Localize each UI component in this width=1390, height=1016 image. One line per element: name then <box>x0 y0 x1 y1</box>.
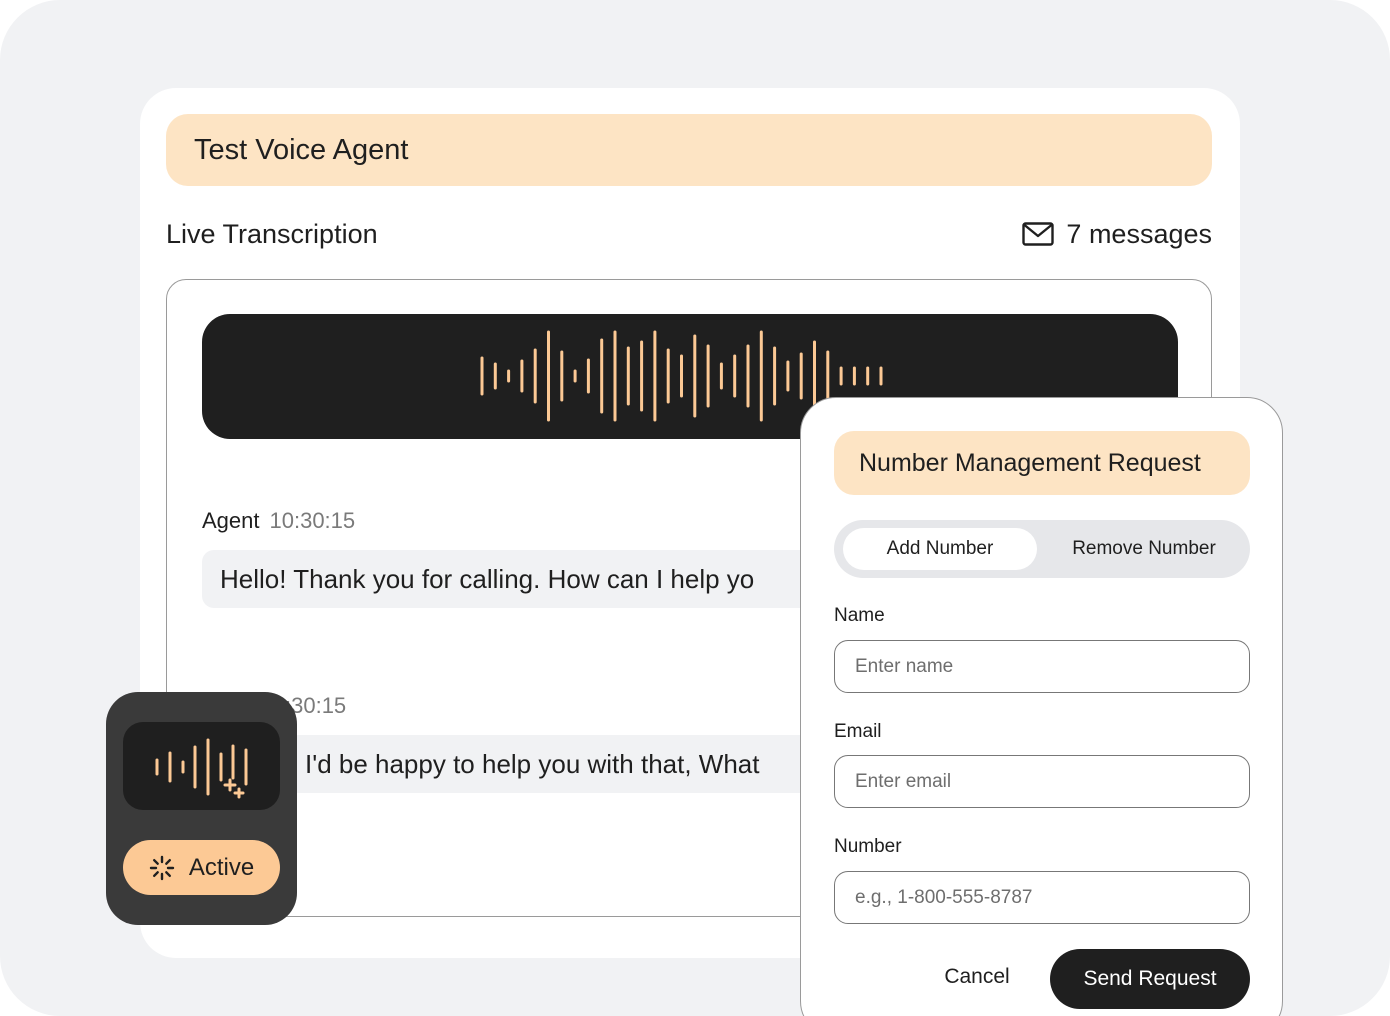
message-time: 10:30:15 <box>269 508 356 533</box>
email-input[interactable] <box>834 755 1250 808</box>
tab-label: Remove Number <box>1072 538 1216 559</box>
tab-add-number[interactable]: Add Number <box>843 528 1037 570</box>
message-meta: Agent 10:30:15 <box>202 508 355 534</box>
number-input[interactable] <box>834 871 1250 924</box>
tab-label: Add Number <box>886 538 994 559</box>
status-badge: Active <box>123 840 280 895</box>
agent-title-banner: Test Voice Agent <box>166 114 1212 186</box>
message-text: Hello! Thank you for calling. How can I … <box>220 563 755 594</box>
mail-icon <box>1022 222 1055 246</box>
background-stage: Test Voice Agent Live Transcription 7 me… <box>0 0 1390 1016</box>
tab-remove-number[interactable]: Remove Number <box>1046 528 1242 570</box>
section-title: Live Transcription <box>166 218 378 249</box>
voice-wave-sparkle-icon <box>155 738 248 799</box>
dialog-title: Number Management Request <box>859 448 1201 477</box>
status-label: Active <box>188 853 255 881</box>
message-speaker: Agent <box>202 508 260 533</box>
transcription-header: Live Transcription 7 messages <box>166 214 1212 254</box>
send-request-button[interactable]: Send Request <box>1050 949 1250 1009</box>
message-count: 7 messages <box>1022 219 1212 250</box>
cancel-button[interactable]: Cancel <box>921 951 1033 1003</box>
email-label: Email <box>834 721 882 742</box>
agent-title: Test Voice Agent <box>194 133 409 166</box>
voice-status-widget[interactable]: Active <box>106 692 297 925</box>
message-bubble: I'd be happy to help you with that, What <box>287 735 822 793</box>
voice-wave-panel <box>123 722 280 810</box>
message-count-label: 7 messages <box>1066 218 1212 249</box>
loading-spinner-icon <box>149 855 175 880</box>
name-input[interactable] <box>834 640 1250 693</box>
dialog-title-banner: Number Management Request <box>834 431 1250 495</box>
message-text: I'd be happy to help you with that, What <box>305 748 760 779</box>
message-bubble: Hello! Thank you for calling. How can I … <box>202 550 822 608</box>
number-request-dialog: Number Management Request Add Number Rem… <box>800 397 1283 1016</box>
request-type-toggle: Add Number Remove Number <box>834 520 1250 578</box>
name-label: Name <box>834 605 885 626</box>
number-label: Number <box>834 836 902 857</box>
